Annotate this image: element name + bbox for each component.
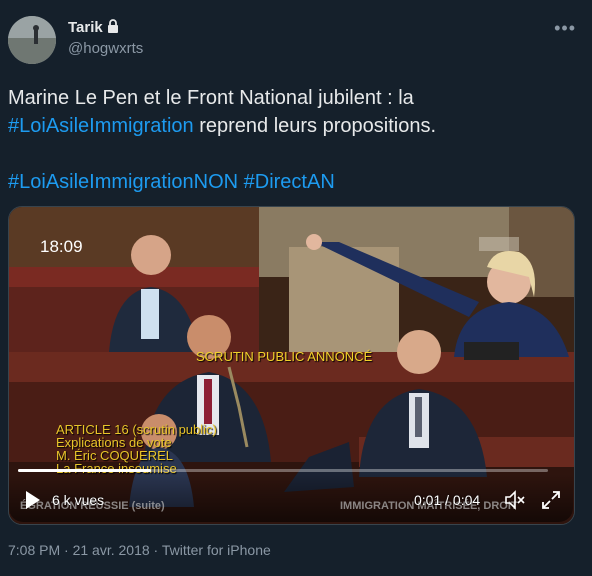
volume-icon xyxy=(505,490,525,510)
fullscreen-button[interactable] xyxy=(541,490,561,515)
author-handle[interactable]: @hogwxrts xyxy=(68,40,143,57)
lock-icon xyxy=(106,19,120,38)
more-options-button[interactable]: ••• xyxy=(554,18,576,39)
author-name-label: Tarik xyxy=(68,19,103,36)
play-button[interactable] xyxy=(24,490,42,515)
view-count: 6 k vues xyxy=(52,492,105,508)
tweet-line-2-text: reprend leurs propositions. xyxy=(193,115,436,137)
hashtag-direct-an[interactable]: #DirectAN xyxy=(244,171,335,193)
video-progress-bar[interactable] xyxy=(18,469,548,472)
tweet-line-1: Marine Le Pen et le Front National jubil… xyxy=(8,87,414,109)
video-progress-fill xyxy=(18,469,151,472)
video-time: 0:01 / 0:04 xyxy=(414,492,481,508)
hashtag-loi-asile-immigration[interactable]: #LoiAsileImmigration xyxy=(8,115,194,137)
tweet-meta[interactable]: 7:08 PM · 21 avr. 2018 · Twitter for iPh… xyxy=(8,542,271,558)
hashtag-loi-asile-immigration-non[interactable]: #LoiAsileImmigrationNON xyxy=(8,171,238,193)
avatar[interactable] xyxy=(8,16,56,64)
play-icon xyxy=(26,491,40,509)
video-overlay-lines: ARTICLE 16 (scrutin public) Explications… xyxy=(56,423,217,475)
video-clock: 18:09 xyxy=(40,237,83,256)
volume-button[interactable] xyxy=(504,490,526,515)
video-overlay-title: SCRUTIN PUBLIC ANNONCÉ xyxy=(196,349,373,364)
avatar-image xyxy=(8,16,56,64)
fullscreen-icon xyxy=(542,491,560,509)
author-name[interactable]: Tarik xyxy=(68,19,120,38)
tweet-text: Marine Le Pen et le Front National jubil… xyxy=(8,84,578,196)
tweet-line-2: #LoiAsileImmigration reprend leurs propo… xyxy=(8,112,578,140)
tweet-line-4: #LoiAsileImmigrationNON #DirectAN xyxy=(8,168,578,196)
